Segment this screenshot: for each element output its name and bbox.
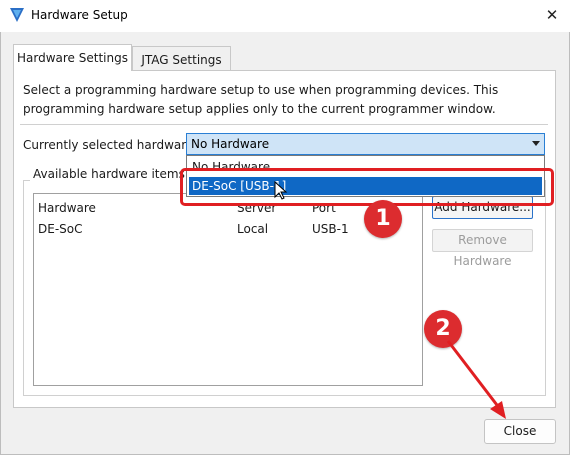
window-close-icon[interactable]: ✕	[543, 6, 561, 24]
tab-jtag-settings[interactable]: JTAG Settings	[132, 46, 231, 71]
hardware-select[interactable]: No Hardware	[186, 133, 545, 155]
description-text: Select a programming hardware setup to u…	[23, 83, 499, 116]
selected-hardware-label: Currently selected hardware:	[23, 138, 198, 152]
step-badge-1: 1	[364, 200, 402, 238]
separator	[20, 124, 548, 125]
column-header-hardware[interactable]: Hardware	[38, 201, 96, 215]
table-row-port[interactable]: USB-1	[312, 222, 349, 236]
table-row-hardware[interactable]: DE-SoC	[38, 222, 83, 236]
arrow-icon	[446, 340, 506, 419]
app-logo-icon	[10, 8, 24, 22]
tab-hardware-settings[interactable]: Hardware Settings	[13, 44, 132, 71]
chevron-down-icon[interactable]	[532, 141, 540, 146]
hardware-select-value: No Hardware	[191, 137, 270, 151]
highlight-box	[180, 168, 554, 206]
available-hardware-label: Available hardware items	[30, 167, 188, 181]
mouse-cursor-icon	[274, 181, 288, 200]
table-row-server[interactable]: Local	[237, 222, 268, 236]
window-title: Hardware Setup	[31, 8, 128, 22]
remove-hardware-button[interactable]: Remove Hardware	[432, 229, 533, 268]
